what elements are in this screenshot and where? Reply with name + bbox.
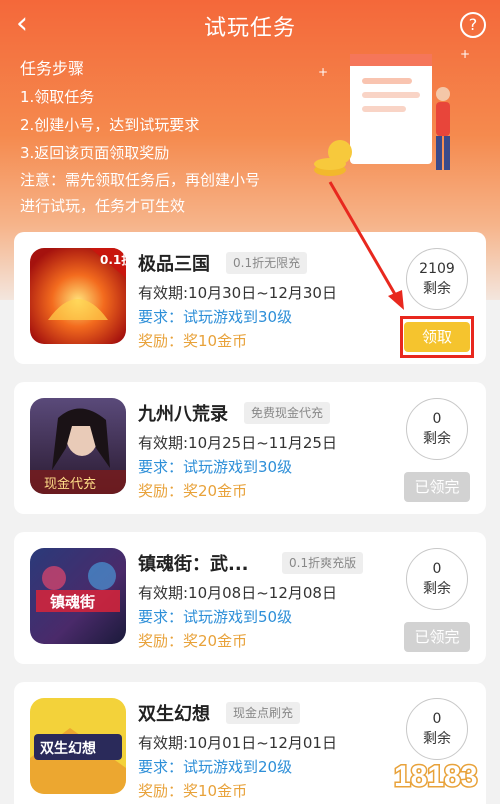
- step-3: 3.返回该页面领取奖励: [20, 144, 170, 162]
- reward-row: 奖励：奖10金币: [138, 780, 247, 801]
- step-2: 2.创建小号，达到试玩要求: [20, 116, 200, 134]
- svg-text:+: +: [460, 48, 470, 61]
- requirement-row: 要求：试玩游戏到30级: [138, 306, 292, 327]
- game-tag: 免费现金代充: [244, 402, 331, 424]
- requirement-label: 要求：: [138, 758, 184, 776]
- game-name: 极品三国: [138, 254, 210, 275]
- requirement-label: 要求：: [138, 308, 184, 326]
- remaining-count: 0 剩余: [406, 548, 468, 610]
- reward-value: 奖20金币: [183, 632, 248, 650]
- reward-row: 奖励：奖10金币: [138, 330, 247, 351]
- clipboard-illustration: + +: [314, 48, 470, 176]
- icon-text: 现金代充: [44, 476, 96, 492]
- remaining-label: 剩余: [423, 581, 451, 597]
- remaining-count: 2109 剩余: [406, 248, 468, 310]
- validity: 有效期:10月30日~12月30日: [138, 284, 337, 302]
- icon-text: 镇魂街: [50, 593, 95, 611]
- remaining-label: 剩余: [423, 731, 451, 747]
- remaining-count: 0 剩余: [406, 698, 468, 760]
- step-1: 1.领取任务: [20, 88, 95, 106]
- task-card-2: 现金代充 九州八荒录 免费现金代充 有效期:10月25日~11月25日 要求：试…: [14, 382, 486, 514]
- game-icon-shuangsheng-huanxiang[interactable]: 双生幻想: [30, 698, 126, 794]
- game-tag: 0.1折无限充: [226, 252, 308, 274]
- requirement-value: 试玩游戏到50级: [183, 608, 293, 626]
- requirement-label: 要求：: [138, 608, 184, 626]
- steps-title: 任务步骤: [20, 59, 85, 78]
- game-name: 镇魂街：武...: [138, 554, 249, 575]
- reward-row: 奖励：奖20金币: [138, 480, 247, 501]
- reward-label: 奖励：: [138, 632, 184, 650]
- note-line-1: 注意：需先领取任务后，再创建小号: [20, 171, 261, 189]
- game-icon-jiuzhou-bahuang[interactable]: 现金代充: [30, 398, 126, 494]
- remaining-label: 剩余: [423, 431, 451, 447]
- task-card-1: 0.1折 极品三国 0.1折无限充 有效期:10月30日~12月30日 要求：试…: [14, 232, 486, 364]
- game-icon-jipin-sanguo[interactable]: 0.1折: [30, 248, 126, 344]
- claimed-out-button[interactable]: 已领完: [404, 472, 470, 502]
- remaining-label: 剩余: [423, 281, 451, 297]
- requirement-value: 试玩游戏到30级: [183, 308, 293, 326]
- svg-text:18183: 18183: [394, 760, 477, 793]
- reward-row: 奖励：奖20金币: [138, 630, 247, 651]
- game-name: 双生幻想: [138, 704, 210, 725]
- claimed-out-button[interactable]: 已领完: [404, 622, 470, 652]
- game-tag: 现金点刷充: [226, 702, 301, 724]
- icon-text: 双生幻想: [40, 740, 96, 757]
- remaining-number: 0: [432, 411, 442, 427]
- validity: 有效期:10月01日~12月01日: [138, 734, 337, 752]
- icon-badge: 0.1折: [100, 252, 126, 267]
- game-tag: 0.1折爽充版: [282, 552, 364, 574]
- game-icon-zhenhunjie[interactable]: 镇魂街: [30, 548, 126, 644]
- remaining-count: 0 剩余: [406, 398, 468, 460]
- help-icon[interactable]: ?: [460, 12, 486, 38]
- game-name: 九州八荒录: [138, 404, 228, 425]
- requirement-row: 要求：试玩游戏到30级: [138, 456, 292, 477]
- reward-value: 奖10金币: [183, 782, 248, 800]
- reward-value: 奖20金币: [183, 482, 248, 500]
- validity: 有效期:10月08日~12月08日: [138, 584, 337, 602]
- reward-label: 奖励：: [138, 482, 184, 500]
- requirement-value: 试玩游戏到30级: [183, 458, 293, 476]
- remaining-number: 0: [432, 711, 442, 727]
- task-card-3: 镇魂街 镇魂街：武... 0.1折爽充版 有效期:10月08日~12月08日 要…: [14, 532, 486, 664]
- highlight-box: [400, 316, 474, 358]
- watermark-logo: 18183 18183: [393, 759, 479, 795]
- reward-label: 奖励：: [138, 332, 184, 350]
- reward-value: 奖10金币: [183, 332, 248, 350]
- requirement-value: 试玩游戏到20级: [183, 758, 293, 776]
- page-title: 试玩任务: [203, 16, 296, 41]
- validity: 有效期:10月25日~11月25日: [138, 434, 337, 452]
- requirement-row: 要求：试玩游戏到50级: [138, 606, 292, 627]
- note-line-2: 进行试玩，任务才可生效: [20, 197, 186, 215]
- remaining-number: 2109: [419, 261, 455, 277]
- reward-label: 奖励：: [138, 782, 184, 800]
- requirement-label: 要求：: [138, 458, 184, 476]
- remaining-number: 0: [432, 561, 442, 577]
- requirement-row: 要求：试玩游戏到20级: [138, 756, 292, 777]
- svg-text:+: +: [318, 65, 328, 79]
- task-steps: 任务步骤 1.领取任务 2.创建小号，达到试玩要求 3.返回该页面领取奖励 注意…: [20, 55, 260, 219]
